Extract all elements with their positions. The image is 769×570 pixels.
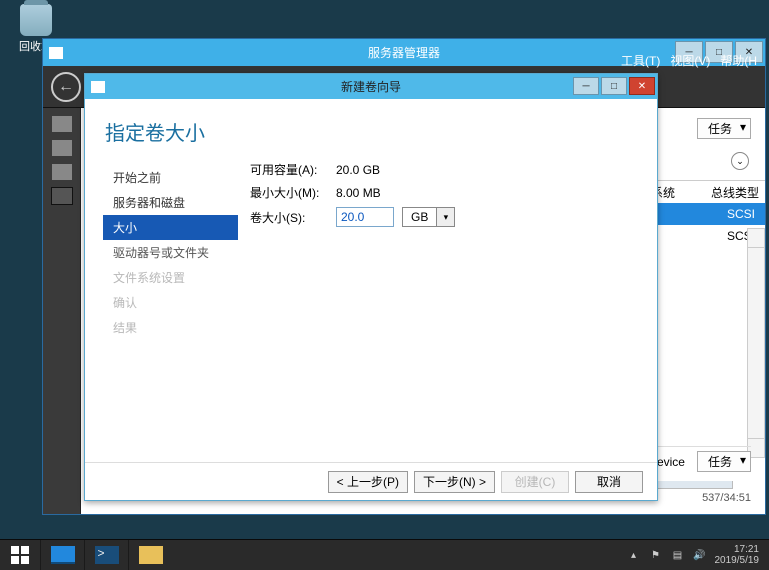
sidebar-icon-all[interactable]: [52, 164, 72, 180]
expand-toggle[interactable]: ⌄: [731, 152, 749, 170]
recycle-bin-icon: [20, 4, 52, 36]
sidebar-icon-local[interactable]: [52, 140, 72, 156]
min-label: 最小大小(M):: [250, 184, 328, 201]
tasks-dropdown-top[interactable]: 任务: [697, 118, 751, 139]
wizard-close-button[interactable]: ✕: [629, 77, 655, 95]
taskbar-powershell[interactable]: [84, 540, 128, 570]
wizard-title: 新建卷向导: [341, 78, 401, 95]
size-label: 卷大小(S):: [250, 209, 328, 226]
taskbar-server-manager[interactable]: [40, 540, 84, 570]
start-button[interactable]: [0, 540, 40, 570]
wizard-icon: [91, 81, 105, 93]
nav-filesystem: 文件系统设置: [103, 265, 238, 290]
back-button[interactable]: ←: [51, 72, 81, 102]
available-value: 20.0 GB: [336, 163, 402, 177]
menu-help[interactable]: 帮助(H: [720, 52, 757, 69]
sidebar-icon-dashboard[interactable]: [52, 116, 72, 132]
unit-dropdown[interactable]: GB ▾: [402, 207, 455, 227]
windows-logo-icon: [11, 546, 29, 564]
wizard-body: 指定卷大小 开始之前 服务器和磁盘 大小 驱动器号或文件夹 文件系统设置 确认 …: [85, 99, 657, 462]
wizard-content: 可用容量(A): 20.0 GB 最小大小(M): 8.00 MB 卷大小(S)…: [250, 161, 639, 233]
clock-date: 2019/5/19: [715, 555, 760, 567]
create-button: 创建(C): [501, 471, 569, 493]
system-tray: ▴ ⚑ ▤ 🔊 17:21 2019/5/19: [621, 540, 769, 570]
sidebar-icon-file[interactable]: [52, 188, 72, 204]
disk-table-header: 系统 总线类型: [645, 180, 765, 205]
wizard-titlebar[interactable]: 新建卷向导 ─ □ ✕: [85, 74, 657, 99]
tray-up-icon[interactable]: ▴: [627, 548, 641, 562]
table-scrollbar[interactable]: [747, 228, 765, 458]
chevron-down-icon: ▾: [436, 208, 454, 226]
clock[interactable]: 17:21 2019/5/19: [715, 544, 764, 567]
server-manager-taskbar-icon: [51, 546, 75, 564]
available-label: 可用容量(A):: [250, 161, 328, 178]
flag-icon[interactable]: ⚑: [649, 548, 663, 562]
size-input[interactable]: [336, 207, 394, 227]
network-icon[interactable]: ▤: [671, 548, 685, 562]
col-bus[interactable]: 总线类型: [705, 181, 765, 204]
folder-icon: [139, 546, 163, 564]
wizard-footer: < 上一步(P) 下一步(N) > 创建(C) 取消: [85, 462, 657, 500]
nav-confirm: 确认: [103, 290, 238, 315]
device-label: evice: [657, 455, 685, 469]
tasks-dropdown-bottom[interactable]: 任务: [697, 451, 751, 472]
cancel-button[interactable]: 取消: [575, 471, 643, 493]
wizard-minimize-button[interactable]: ─: [573, 77, 599, 95]
prev-button[interactable]: < 上一步(P): [328, 471, 408, 493]
powershell-icon: [95, 546, 119, 564]
server-manager-title: 服务器管理器: [368, 44, 440, 61]
unit-label: GB: [403, 210, 436, 224]
corrupt-timestamp: 537/34:51: [702, 492, 751, 504]
wizard-maximize-button[interactable]: □: [601, 77, 627, 95]
min-value: 8.00 MB: [336, 186, 402, 200]
new-volume-wizard: 新建卷向导 ─ □ ✕ 指定卷大小 开始之前 服务器和磁盘 大小 驱动器号或文件…: [84, 73, 658, 501]
server-manager-sidebar: [43, 108, 81, 514]
taskbar: ▴ ⚑ ▤ 🔊 17:21 2019/5/19: [0, 539, 769, 570]
table-row[interactable]: SCSI: [645, 203, 765, 225]
wizard-nav: 开始之前 服务器和磁盘 大小 驱动器号或文件夹 文件系统设置 确认 结果: [103, 165, 238, 340]
nav-result: 结果: [103, 315, 238, 340]
server-manager-icon: [49, 47, 63, 59]
volume-icon[interactable]: 🔊: [693, 548, 707, 562]
next-button[interactable]: 下一步(N) >: [414, 471, 495, 493]
menu-view[interactable]: 视图(V): [670, 52, 710, 69]
nav-server-disk[interactable]: 服务器和磁盘: [103, 190, 238, 215]
taskbar-explorer[interactable]: [128, 540, 172, 570]
clock-time: 17:21: [715, 544, 760, 556]
nav-before[interactable]: 开始之前: [103, 165, 238, 190]
wizard-heading: 指定卷大小: [85, 99, 657, 146]
nav-drive[interactable]: 驱动器号或文件夹: [103, 240, 238, 265]
nav-size[interactable]: 大小: [103, 215, 238, 240]
menu-tools[interactable]: 工具(T): [621, 52, 660, 69]
desktop: 回收站 服务器管理器 ─ □ ✕ ← 工具(T) 视图(V) 帮助(H: [0, 0, 769, 570]
